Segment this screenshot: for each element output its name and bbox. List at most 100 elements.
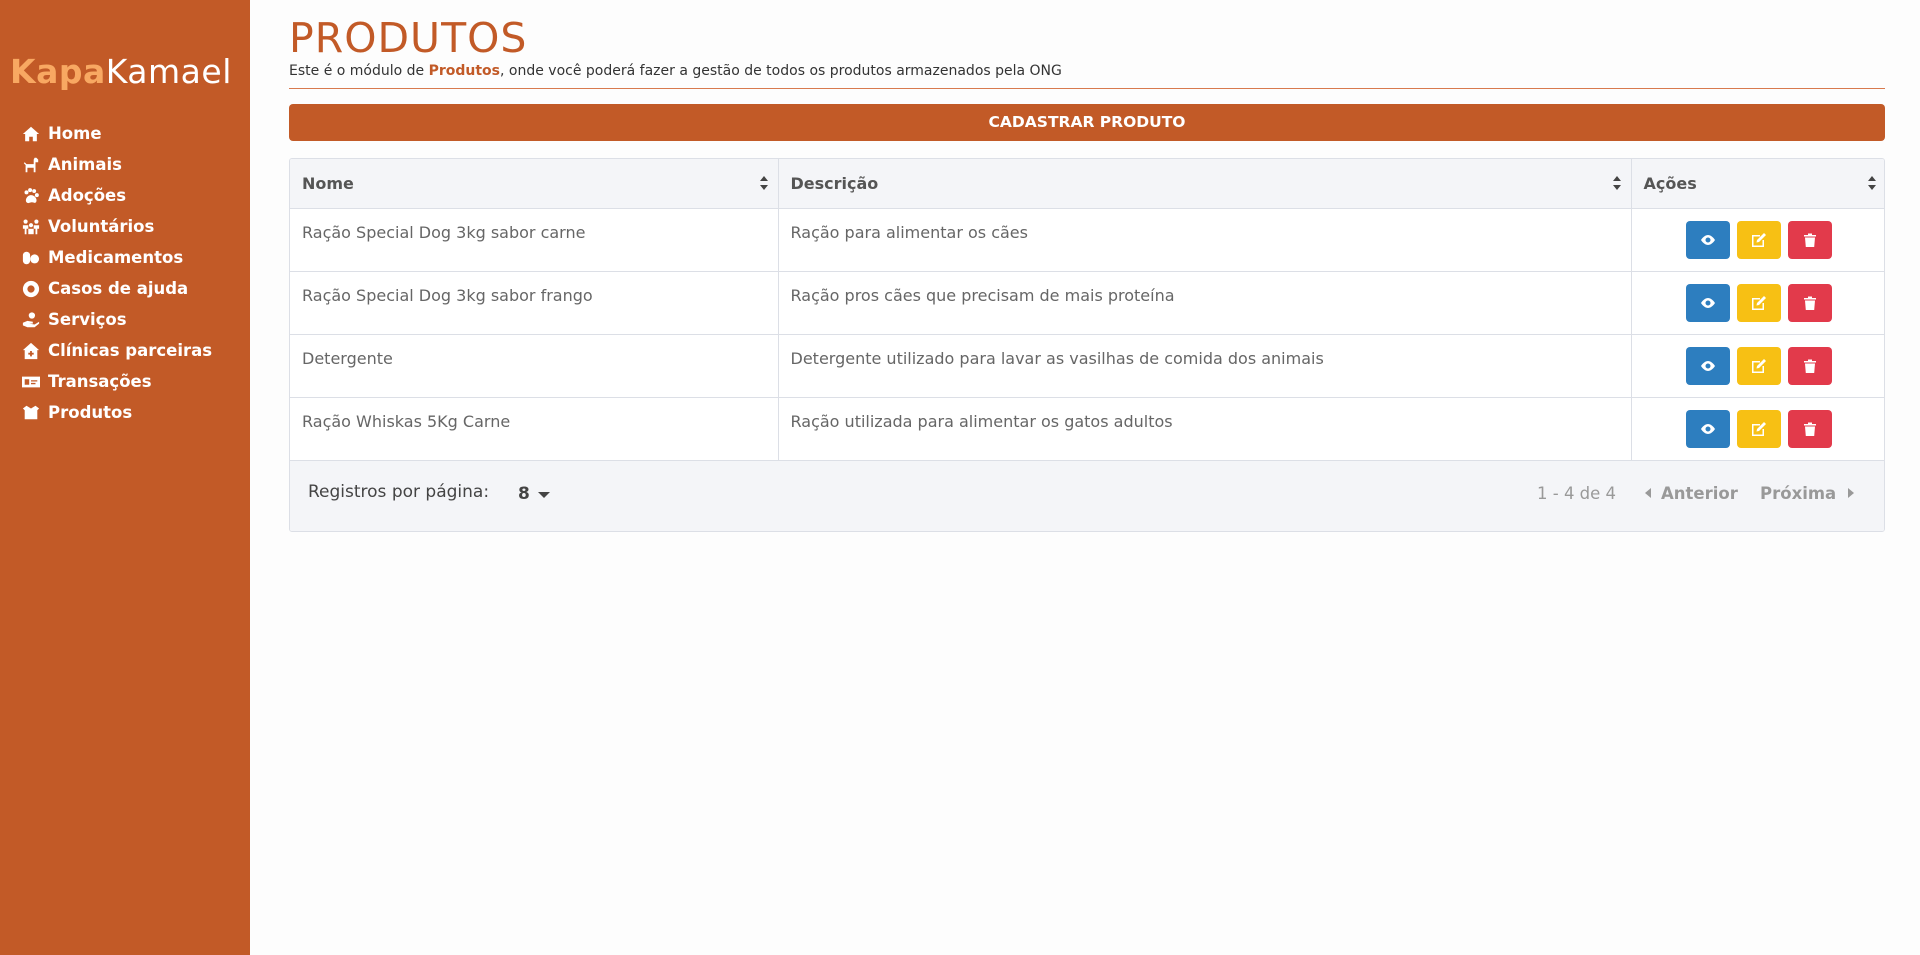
delete-button[interactable] bbox=[1787, 220, 1832, 259]
page-title: PRODUTOS bbox=[289, 14, 528, 62]
products-table: Nome Descrição Ações Ração Special Dog 3… bbox=[289, 158, 1885, 532]
column-header-acoes[interactable]: Ações bbox=[1631, 159, 1884, 209]
table-row: Ração Whiskas 5Kg Carne Ração utilizada … bbox=[290, 397, 1884, 461]
edit-icon bbox=[1751, 295, 1766, 310]
caret-left-icon bbox=[1645, 488, 1651, 498]
sort-icon bbox=[1612, 176, 1621, 191]
cell-nome: Ração Whiskas 5Kg Carne bbox=[290, 397, 779, 461]
table-footer: Registros por página: 8 1 - 4 de 4 Anter… bbox=[290, 460, 1884, 531]
edit-icon bbox=[1751, 358, 1766, 373]
eye-icon bbox=[1700, 360, 1715, 371]
pagination-range: 1 - 4 de 4 bbox=[1537, 483, 1617, 503]
table-row: Ração Special Dog 3kg sabor carne Ração … bbox=[290, 208, 1884, 272]
per-page-value: 8 bbox=[518, 483, 530, 504]
next-page-button[interactable]: Próxima bbox=[1760, 483, 1855, 503]
delete-button[interactable] bbox=[1787, 409, 1832, 448]
sidebar-item-home[interactable]: Home bbox=[20, 118, 245, 149]
dog-icon bbox=[20, 156, 42, 174]
subtitle-text: , onde você poderá fazer a gestão de tod… bbox=[500, 63, 1062, 79]
cell-acoes bbox=[1631, 397, 1884, 461]
sidebar-item-label: Transações bbox=[48, 372, 152, 391]
edit-button[interactable] bbox=[1736, 220, 1781, 259]
clinic-icon bbox=[20, 342, 42, 360]
per-page-label: Registros por página: bbox=[308, 481, 490, 502]
column-header-descricao[interactable]: Descrição bbox=[778, 159, 1632, 209]
sidebar-item-animais[interactable]: Animais bbox=[20, 149, 245, 180]
edit-icon bbox=[1751, 421, 1766, 436]
sidebar-item-label: Produtos bbox=[48, 403, 133, 422]
hand-holding-icon bbox=[20, 311, 42, 329]
page-subtitle: Este é o módulo de Produtos, onde você p… bbox=[289, 63, 1062, 79]
cell-acoes bbox=[1631, 334, 1884, 398]
caret-right-icon bbox=[1848, 488, 1855, 498]
sidebar-item-label: Adoções bbox=[48, 186, 127, 205]
per-page-select[interactable]: 8 bbox=[518, 484, 550, 504]
cell-descricao: Ração para alimentar os cães bbox=[778, 208, 1632, 272]
cell-descricao: Ração utilizada para alimentar os gatos … bbox=[778, 397, 1632, 461]
trash-icon bbox=[1803, 233, 1816, 247]
cell-nome: Ração Special Dog 3kg sabor frango bbox=[290, 271, 779, 335]
cell-acoes bbox=[1631, 208, 1884, 272]
view-button[interactable] bbox=[1685, 220, 1730, 259]
sidebar-item-servicos[interactable]: Serviços bbox=[20, 304, 245, 335]
sidebar-item-voluntarios[interactable]: Voluntários bbox=[20, 211, 245, 242]
cell-nome: Detergente bbox=[290, 334, 779, 398]
people-icon bbox=[20, 218, 42, 236]
table-row: Ração Special Dog 3kg sabor frango Ração… bbox=[290, 271, 1884, 335]
paw-icon bbox=[20, 187, 42, 205]
box-icon bbox=[20, 404, 42, 422]
previous-page-button[interactable]: Anterior bbox=[1645, 484, 1738, 503]
sidebar-item-clinicas-parceiras[interactable]: Clínicas parceiras bbox=[20, 335, 245, 366]
sidebar-item-label: Medicamentos bbox=[48, 248, 184, 267]
delete-button[interactable] bbox=[1787, 346, 1832, 385]
pills-icon bbox=[20, 249, 42, 267]
sidebar-item-label: Clínicas parceiras bbox=[48, 341, 213, 360]
money-icon bbox=[20, 373, 42, 391]
previous-page-label: Anterior bbox=[1661, 483, 1738, 503]
home-icon bbox=[20, 125, 42, 143]
sidebar-item-label: Serviços bbox=[48, 310, 127, 329]
sidebar-item-transacoes[interactable]: Transações bbox=[20, 366, 245, 397]
edit-button[interactable] bbox=[1736, 283, 1781, 322]
title-divider bbox=[289, 88, 1885, 89]
table-row: Detergente Detergente utilizado para lav… bbox=[290, 334, 1884, 398]
brand-part-2: Kamael bbox=[105, 52, 232, 91]
sidebar-item-produtos[interactable]: Produtos bbox=[20, 397, 245, 428]
sidebar-item-label: Casos de ajuda bbox=[48, 279, 189, 298]
brand-logo[interactable]: KapaKamael bbox=[10, 52, 232, 91]
delete-button[interactable] bbox=[1787, 283, 1832, 322]
cell-nome: Ração Special Dog 3kg sabor carne bbox=[290, 208, 779, 272]
sidebar-item-label: Home bbox=[48, 124, 102, 143]
edit-button[interactable] bbox=[1736, 346, 1781, 385]
column-header-label: Descrição bbox=[790, 173, 879, 193]
lifebuoy-icon bbox=[20, 280, 42, 298]
subtitle-highlight: Produtos bbox=[428, 63, 501, 79]
sidebar-item-casos-de-ajuda[interactable]: Casos de ajuda bbox=[20, 273, 245, 304]
edit-button[interactable] bbox=[1736, 409, 1781, 448]
cadastrar-produto-button[interactable]: CADASTRAR PRODUTO bbox=[289, 104, 1885, 141]
trash-icon bbox=[1803, 422, 1816, 436]
sidebar-item-adocoes[interactable]: Adoções bbox=[20, 180, 245, 211]
trash-icon bbox=[1803, 359, 1816, 373]
table-header-row: Nome Descrição Ações bbox=[290, 159, 1884, 209]
trash-icon bbox=[1803, 296, 1816, 310]
sidebar-item-label: Voluntários bbox=[48, 217, 155, 236]
sidebar-item-medicamentos[interactable]: Medicamentos bbox=[20, 242, 245, 273]
brand-part-1: Kapa bbox=[10, 52, 106, 91]
eye-icon bbox=[1700, 297, 1715, 308]
view-button[interactable] bbox=[1685, 283, 1730, 322]
column-header-label: Ações bbox=[1643, 173, 1697, 193]
sort-icon bbox=[1868, 176, 1876, 191]
subtitle-text: Este é o módulo de bbox=[289, 63, 429, 79]
column-header-label: Nome bbox=[302, 173, 354, 193]
view-button[interactable] bbox=[1685, 409, 1730, 448]
cell-descricao: Detergente utilizado para lavar as vasil… bbox=[778, 334, 1632, 398]
sort-icon bbox=[759, 176, 768, 191]
eye-icon bbox=[1700, 423, 1715, 434]
next-page-label: Próxima bbox=[1760, 483, 1837, 503]
caret-down-icon bbox=[537, 491, 550, 498]
sidebar: KapaKamael Home Animais Adoções Voluntár… bbox=[0, 0, 250, 955]
view-button[interactable] bbox=[1685, 346, 1730, 385]
column-header-nome[interactable]: Nome bbox=[290, 159, 779, 209]
edit-icon bbox=[1751, 232, 1766, 247]
